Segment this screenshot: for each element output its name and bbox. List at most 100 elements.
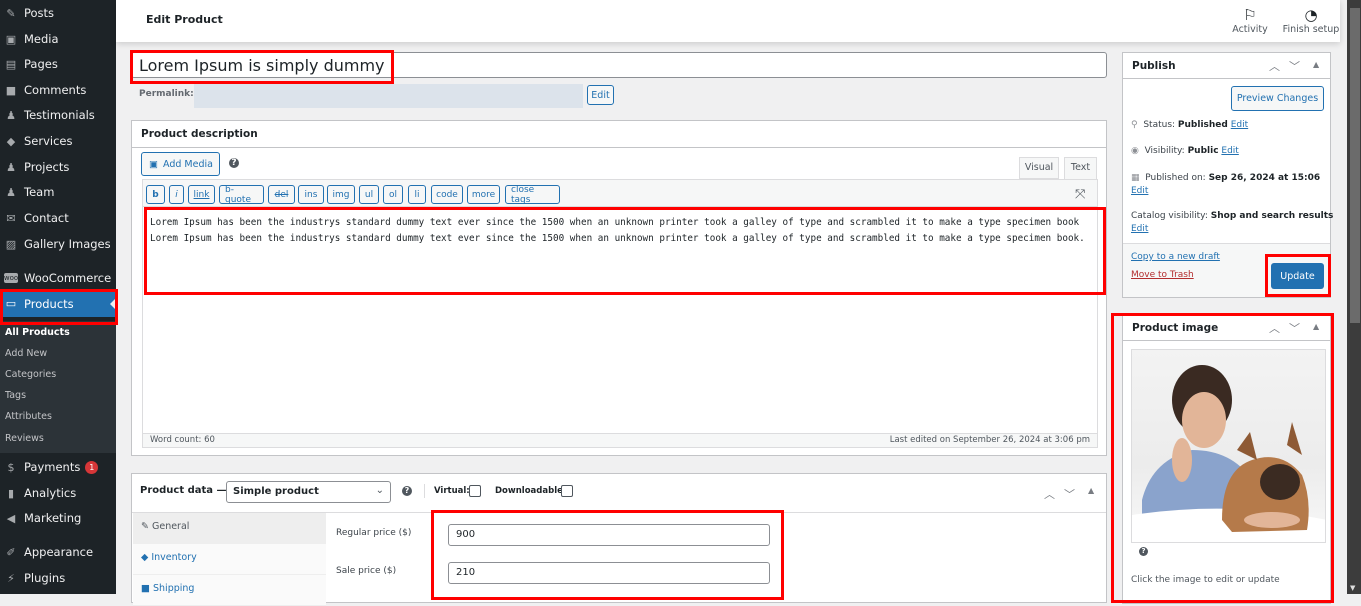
- move-down-icon[interactable]: ﹀: [1064, 486, 1075, 502]
- sidebar-item-testimonials[interactable]: ♟ Testimonials: [0, 102, 116, 128]
- scroll-down-arrow-icon[interactable]: ▼: [1350, 584, 1355, 592]
- move-down-icon[interactable]: ﹀: [1289, 58, 1300, 74]
- divider: [424, 484, 425, 498]
- submenu-tags[interactable]: Tags: [5, 390, 26, 401]
- qt-del[interactable]: del: [268, 185, 295, 204]
- collapse-icon[interactable]: ▲: [1088, 486, 1094, 495]
- qt-close-tags[interactable]: close tags: [505, 185, 560, 205]
- qt-ul[interactable]: ul: [359, 185, 379, 204]
- help-icon[interactable]: ?: [229, 158, 239, 168]
- brush-icon: ✐: [6, 545, 16, 559]
- catalog-edit-link[interactable]: Edit: [1131, 224, 1148, 234]
- status-row: ⚲ Status: Published Edit: [1131, 120, 1249, 130]
- status-edit-link[interactable]: Edit: [1231, 120, 1248, 130]
- product-image-thumbnail[interactable]: [1131, 349, 1326, 543]
- dollar-icon: $: [7, 460, 15, 474]
- submenu-reviews[interactable]: Reviews: [5, 433, 44, 444]
- activity-button[interactable]: ⚐ Activity: [1232, 6, 1268, 35]
- admin-sidebar: ✎ Posts ▣ Media ▤ Pages ■ Comments ♟ Testimon…: [0, 0, 116, 594]
- qt-link[interactable]: link: [188, 185, 215, 204]
- sidebar-item-products[interactable]: ▭ Products: [0, 290, 116, 317]
- sidebar-item-woocommerce[interactable]: woo WooCommerce: [0, 265, 116, 291]
- help-icon[interactable]: ?: [402, 486, 412, 496]
- move-up-icon[interactable]: ︿: [1269, 58, 1280, 74]
- submenu-categories[interactable]: Categories: [5, 369, 56, 380]
- sale-price-input[interactable]: 210: [448, 562, 770, 584]
- preview-changes-button[interactable]: Preview Changes: [1231, 86, 1324, 111]
- qt-blockquote[interactable]: b-quote: [219, 185, 264, 205]
- eye-icon: ◉: [1131, 146, 1139, 156]
- tab-inventory[interactable]: ◆ Inventory: [133, 544, 326, 575]
- products-submenu: All Products Add New Categories Tags Att…: [0, 321, 116, 453]
- move-to-trash-link[interactable]: Move to Trash: [1131, 270, 1194, 280]
- product-title-input[interactable]: [131, 52, 1107, 78]
- tab-visual[interactable]: Visual: [1019, 157, 1059, 179]
- qt-code[interactable]: code: [431, 185, 463, 204]
- flag-icon: ⚐: [1243, 6, 1257, 24]
- tab-general[interactable]: ✎ General: [133, 513, 326, 544]
- sidebar-item-payments[interactable]: $ Payments 1: [0, 454, 116, 480]
- help-icon[interactable]: ?: [1139, 547, 1148, 556]
- copy-to-draft-link[interactable]: Copy to a new draft: [1131, 252, 1220, 262]
- media-icon: ▣: [149, 158, 158, 170]
- submenu-all-products[interactable]: All Products: [5, 327, 70, 338]
- sidebar-item-plugins[interactable]: ⚡ Plugins: [0, 565, 116, 591]
- downloadable-checkbox[interactable]: [561, 485, 573, 497]
- wrench-icon: ✎: [141, 521, 152, 532]
- qt-italic[interactable]: i: [169, 185, 184, 204]
- finish-setup-button[interactable]: ◔ Finish setup: [1282, 6, 1340, 35]
- notification-badge: 1: [85, 460, 99, 474]
- chevron-down-icon: ⌄: [375, 485, 384, 496]
- media-icon: ▣: [5, 32, 17, 46]
- pin-icon: ⚲: [1131, 120, 1138, 130]
- sidebar-item-gallery-images[interactable]: ▨ Gallery Images: [0, 231, 116, 257]
- sidebar-item-comments[interactable]: ■ Comments: [0, 77, 116, 103]
- update-button[interactable]: Update: [1271, 263, 1324, 289]
- plug-icon: ⚡: [7, 571, 15, 585]
- move-down-icon[interactable]: ﹀: [1289, 320, 1300, 336]
- qt-more[interactable]: more: [467, 185, 500, 204]
- published-on-row: ▦ Published on: Sep 26, 2024 at 15:06 Edi…: [1131, 173, 1321, 196]
- move-up-icon[interactable]: ︿: [1044, 486, 1055, 502]
- scrollbar-thumb[interactable]: [1350, 8, 1360, 323]
- sidebar-item-projects[interactable]: ♟ Projects: [0, 154, 116, 180]
- tab-text[interactable]: Text: [1064, 157, 1097, 180]
- submenu-add-new[interactable]: Add New: [5, 348, 47, 359]
- sidebar-item-analytics[interactable]: ▮ Analytics: [0, 480, 116, 506]
- qt-li[interactable]: li: [408, 185, 426, 204]
- sidebar-item-pages[interactable]: ▤ Pages: [0, 51, 116, 77]
- sidebar-item-contact[interactable]: ✉ Contact: [0, 205, 116, 231]
- permalink-url-redacted: [194, 84, 583, 108]
- add-media-button[interactable]: ▣ Add Media: [141, 152, 220, 176]
- visibility-edit-link[interactable]: Edit: [1221, 146, 1238, 156]
- sidebar-item-marketing[interactable]: ◀ Marketing: [0, 505, 116, 531]
- sidebar-item-services[interactable]: ◆ Services: [0, 128, 116, 154]
- product-type-select[interactable]: Simple product ⌄: [226, 481, 391, 503]
- tab-shipping[interactable]: ■ Shipping: [133, 575, 326, 606]
- fullscreen-icon[interactable]: ⤧: [1075, 187, 1085, 202]
- sidebar-item-posts[interactable]: ✎ Posts: [0, 0, 116, 26]
- collapse-icon[interactable]: ▲: [1313, 322, 1319, 331]
- visibility-row: ◉ Visibility: Public Edit: [1131, 146, 1239, 156]
- qt-ins[interactable]: ins: [298, 185, 324, 204]
- sidebar-item-media[interactable]: ▣ Media: [0, 26, 116, 52]
- description-textarea[interactable]: Lorem Ipsum has been the industrys stand…: [142, 206, 1098, 434]
- regular-price-input[interactable]: 900: [448, 524, 770, 546]
- regular-price-label: Regular price ($): [336, 528, 412, 538]
- page-scrollbar[interactable]: ▼: [1347, 0, 1361, 594]
- published-edit-link[interactable]: Edit: [1131, 186, 1148, 196]
- word-count: Word count: 60: [150, 435, 215, 445]
- collapse-icon[interactable]: ▲: [1313, 60, 1319, 69]
- bar-chart-icon: ▮: [7, 486, 15, 500]
- top-header: Edit Product ⚐ Activity ◔ Finish setup: [116, 0, 1340, 42]
- permalink-edit-button[interactable]: Edit: [587, 85, 614, 105]
- virtual-checkbox[interactable]: [469, 485, 481, 497]
- sidebar-item-team[interactable]: ♟ Team: [0, 179, 116, 205]
- qt-ol[interactable]: ol: [383, 185, 403, 204]
- qt-img[interactable]: img: [327, 185, 355, 204]
- qt-bold[interactable]: b: [146, 185, 165, 204]
- move-up-icon[interactable]: ︿: [1269, 320, 1280, 336]
- sidebar-item-appearance[interactable]: ✐ Appearance: [0, 539, 116, 565]
- submenu-attributes[interactable]: Attributes: [5, 411, 52, 422]
- virtual-label: Virtual:: [434, 486, 470, 496]
